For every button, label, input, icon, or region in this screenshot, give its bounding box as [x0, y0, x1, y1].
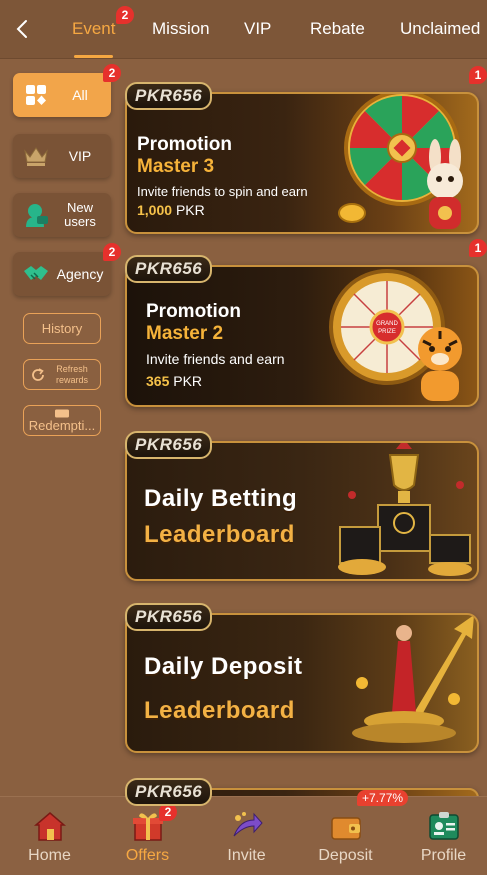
invite-arrow-icon — [229, 809, 265, 843]
sidebar-badge: 2 — [103, 243, 121, 261]
woman-podium-arrow-icon — [352, 615, 474, 743]
banner-card: Promotion Master 3 Invite friends to spi… — [125, 92, 479, 234]
banner-title: Promotion Master 2 — [146, 301, 241, 345]
amount-value: 1,000 — [137, 202, 173, 218]
banner-title-line2: Leaderboard — [144, 521, 295, 548]
nav-deposit[interactable]: Deposit — [297, 797, 394, 875]
daily-deposit-leaderboard-banner[interactable]: PKR656 Daily Deposit Leaderboard — [125, 603, 479, 753]
back-button[interactable] — [10, 14, 34, 44]
banner-amount: 365 PKR — [146, 373, 202, 389]
banner-subtitle: Invite friends to spin and earn — [137, 184, 308, 199]
tab-unclaimed[interactable]: Unclaimed — [400, 0, 480, 58]
banner-title-line1: Promotion — [146, 301, 241, 322]
coin-icon — [338, 203, 366, 223]
sidebar-item-agency[interactable]: Agency 2 — [13, 243, 121, 296]
tab-badge: 2 — [116, 6, 134, 24]
nav-offers[interactable]: Offers 2 — [99, 797, 196, 875]
promo-banner-master-3[interactable]: PKR656 Promotion Master 3 Invite friends… — [125, 66, 487, 234]
trophy-podium-icon — [338, 443, 472, 576]
top-tab-bar: Event 2 Mission VIP Rebate Unclaimed — [0, 0, 487, 59]
handshake-icon — [19, 257, 53, 291]
crown-icon — [19, 139, 53, 173]
nav-label: Invite — [227, 847, 266, 864]
grid-icon — [19, 78, 53, 112]
sidebar-item-label: Agency — [56, 266, 104, 282]
redemption-label: Redempti... — [28, 417, 96, 433]
pkr656-logo: PKR656 — [125, 778, 213, 806]
chevron-left-icon — [16, 20, 27, 38]
refresh-icon — [32, 367, 44, 381]
banner-title-line2: Master 3 — [137, 156, 215, 177]
refresh-label: Refresh rewards — [55, 363, 88, 385]
refresh-rewards-button[interactable]: Refresh rewards — [23, 359, 101, 390]
tiger-mascot-icon — [418, 327, 462, 401]
banner-badge: 1 — [469, 66, 487, 84]
sidebar-item-label: New users — [64, 200, 96, 229]
banner-title-line1: Daily Betting — [144, 485, 298, 512]
svg-text:PRIZE: PRIZE — [378, 329, 396, 335]
tab-label: Rebate — [310, 19, 365, 38]
nav-label: Offers — [125, 847, 170, 864]
banner-amount: 1,000 PKR — [137, 202, 205, 218]
amount-currency: PKR — [175, 202, 205, 218]
sidebar-item-vip[interactable]: VIP — [13, 134, 111, 178]
pkr656-logo: PKR656 — [125, 431, 213, 459]
tab-label: Event — [72, 19, 116, 38]
tab-mission[interactable]: Mission — [152, 0, 210, 58]
daily-betting-leaderboard-banner[interactable]: PKR656 Daily Betting Leaderboard — [125, 431, 479, 581]
svg-text:GRAND: GRAND — [376, 321, 398, 327]
nav-label: Home — [28, 847, 71, 864]
banner-title-line1: Daily Deposit — [144, 653, 303, 680]
banner-subtitle: Invite friends and earn — [146, 351, 285, 367]
banner-badge: 1 — [469, 239, 487, 257]
banner-card: Daily Deposit Leaderboard — [125, 613, 479, 753]
pkr656-logo: PKR656 — [125, 603, 213, 631]
amount-currency: PKR — [173, 373, 203, 389]
banner-title-line2: Leaderboard — [144, 697, 295, 724]
nav-profile[interactable]: Profile — [395, 797, 487, 875]
id-card-icon — [426, 809, 462, 843]
tab-label: Mission — [152, 19, 210, 38]
banner-card: Daily Betting Leaderboard — [125, 441, 479, 581]
sidebar-item-label: VIP — [68, 148, 92, 164]
bottom-navigation: Home Offers 2 Invite Deposit +7.77% Prof… — [0, 790, 487, 875]
new-user-icon — [19, 198, 53, 232]
tab-label: VIP — [244, 19, 272, 38]
banner-card: Promotion Master 2 Invite friends and ea… — [125, 265, 479, 407]
wallet-icon — [328, 809, 364, 843]
banner-title: Promotion Master 3 — [137, 134, 232, 178]
amount-value: 365 — [146, 373, 170, 389]
nav-label: Profile — [420, 847, 467, 864]
sidebar-item-all[interactable]: All 2 — [13, 64, 121, 117]
ticket-icon — [55, 409, 69, 417]
rabbit-mascot-icon — [427, 139, 463, 229]
history-label: History — [41, 321, 83, 336]
nav-label: Deposit — [318, 847, 373, 864]
pkr656-logo: PKR656 — [125, 255, 213, 283]
promo-banner-master-2[interactable]: PKR656 Promotion Master 2 Invite friends… — [125, 239, 487, 407]
sidebar-item-label: All — [72, 87, 88, 103]
nav-home[interactable]: Home — [1, 797, 98, 875]
sidebar-item-new-users[interactable]: New users — [13, 193, 111, 237]
history-button[interactable]: History — [23, 313, 101, 344]
tab-vip[interactable]: VIP — [244, 0, 271, 58]
redemption-button[interactable]: Redempti... — [23, 405, 101, 436]
tab-event[interactable]: Event 2 — [72, 0, 134, 58]
house-icon — [32, 809, 68, 843]
tab-label: Unclaimed — [400, 19, 481, 38]
banner-title-line2: Master 2 — [146, 323, 224, 344]
tab-rebate[interactable]: Rebate — [310, 0, 365, 58]
banner-title-line1: Promotion — [137, 134, 232, 155]
nav-invite[interactable]: Invite — [198, 797, 295, 875]
sidebar-badge: 2 — [103, 64, 121, 82]
pkr656-logo: PKR656 — [125, 82, 213, 110]
